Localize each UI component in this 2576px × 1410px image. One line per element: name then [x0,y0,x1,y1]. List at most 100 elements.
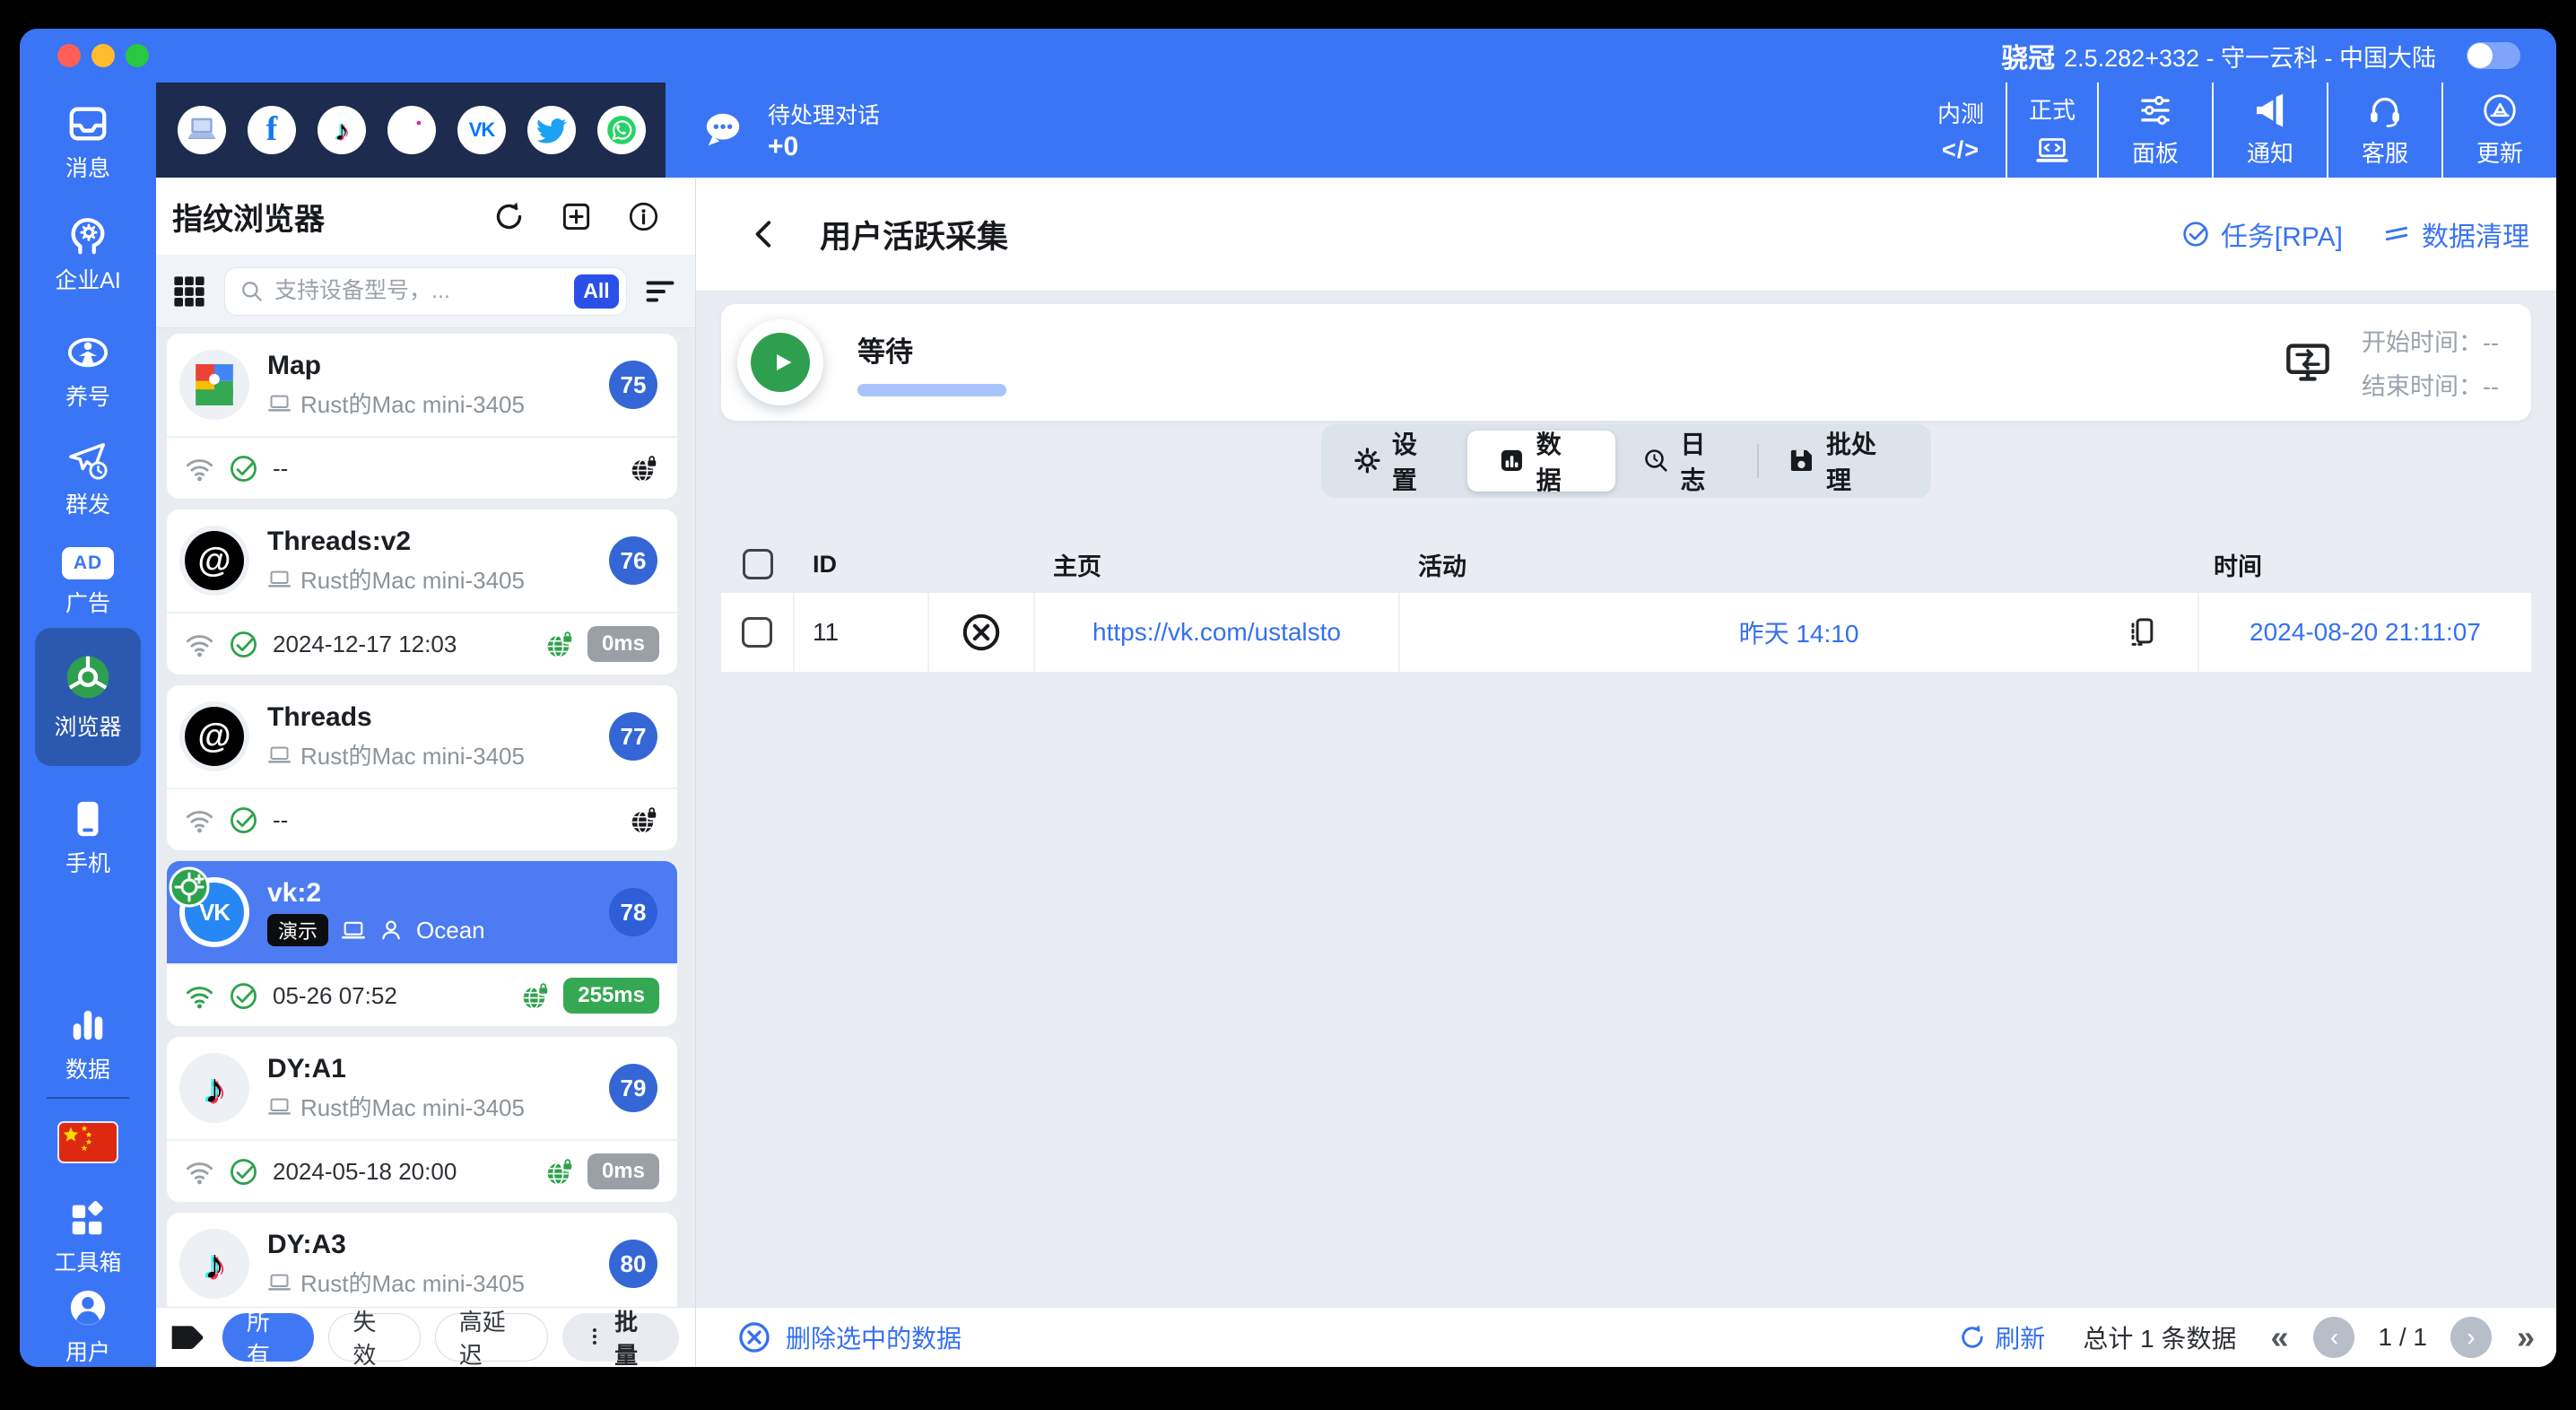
sidebar-item-enterprise-ai[interactable]: 企业AI [20,215,156,295]
latency-badge: 0ms [587,626,659,662]
first-page-button[interactable]: « [2270,1319,2288,1356]
column-header-id: ID [795,535,929,593]
sidebar-item-toolbox[interactable]: 工具箱 [20,1197,156,1277]
profile-card-dy-a1[interactable]: ♪ DY:A1 Rust的Mac mini-3405 79 2024 [167,1037,677,1202]
task-rpa-link[interactable]: 任务[RPA] [2181,214,2343,254]
sidebar-item-user[interactable]: 用户 [20,1287,156,1367]
refresh-button[interactable]: 刷新 [1959,1319,2045,1355]
circle-x-icon[interactable] [961,612,1002,653]
sidebar-item-data[interactable]: 数据 [20,1005,156,1084]
sidebar-item-browser[interactable]: 浏览器 [35,628,141,766]
select-all-checkbox[interactable] [743,549,773,579]
stable-channel-button[interactable]: 正式 [2006,83,2097,178]
laptop-icon [267,1270,292,1294]
profile-card-dy-a3[interactable]: ♪ DY:A3 Rust的Mac mini-3405 80 [167,1213,677,1307]
toolbox-icon [67,1197,109,1239]
add-profile-icon[interactable] [561,201,592,232]
sidebar-item-label: 消息 [65,151,110,183]
latency-badge: 255ms [563,978,659,1014]
sort-icon[interactable] [643,274,677,309]
batch-label: 批量 [614,1304,657,1367]
search-scope-badge[interactable]: All [574,274,619,309]
action-label: 正式 [2029,92,2076,126]
ai-head-gear-icon [67,215,109,257]
profile-card-threads[interactable]: @ Threads Rust的Mac mini-3405 77 -- [167,685,677,850]
update-button[interactable]: 更新 [2441,83,2556,178]
search-icon [239,279,264,303]
proxy-globe-lock-icon[interactable] [521,981,551,1011]
grid-view-icon[interactable] [170,273,208,310]
sidebar-item-region-flag[interactable] [20,1123,156,1162]
profile-card-vk2-selected[interactable]: VK vk:2 演示 Ocean [167,861,677,1026]
activity-time[interactable]: 昨天 14:10 [1739,614,1859,650]
instagram-icon[interactable] [387,106,436,154]
next-page-button[interactable]: › [2450,1317,2492,1358]
support-button[interactable]: 客服 [2327,83,2441,178]
info-icon[interactable] [628,201,659,232]
send-clock-icon [67,440,109,481]
batch-button[interactable]: 批量 [562,1313,679,1362]
sidebar-item-account-nurture[interactable]: 养号 [20,332,156,412]
wifi-icon [185,1157,214,1187]
proxy-globe-lock-icon[interactable] [630,805,659,835]
delete-selected-button[interactable]: 删除选中的数据 [737,1319,962,1355]
tab-data[interactable]: 数据 [1467,431,1615,492]
zoom-window-button[interactable] [126,44,149,67]
facebook-icon[interactable]: f [248,106,296,154]
profile-number-badge: 78 [609,888,657,936]
proxy-globe-lock-icon[interactable] [545,630,575,659]
homepage-link[interactable]: https://vk.com/ustalsto [1092,618,1341,647]
sidebar-item-phone[interactable]: 手机 [20,798,156,878]
google-maps-icon [179,350,249,420]
data-clean-link[interactable]: 数据清理 [2382,214,2529,254]
play-button[interactable] [737,319,823,405]
proxy-globe-lock-icon[interactable] [630,454,659,483]
panel-title: 指纹浏览器 [172,195,325,239]
back-chevron-icon[interactable] [748,218,780,250]
refresh-icon[interactable] [493,201,525,232]
theme-toggle[interactable] [2467,42,2520,69]
laptop-icon [267,567,292,591]
sidebar-item-mass-send[interactable]: 群发 [20,440,156,519]
tab-batch[interactable]: 批处理 [1761,424,1926,498]
filter-high-latency[interactable]: 高延迟 [435,1313,549,1362]
task-progress-bar [857,384,1006,396]
row-checkbox[interactable] [742,617,772,648]
vk-profile-icon: VK [179,877,249,947]
sidebar-item-label: 企业AI [55,263,121,295]
total-count-label: 总计 1 条数据 [2083,1319,2236,1355]
profile-card-threads-v2[interactable]: @ Threads:v2 Rust的Mac mini-3405 76 [167,509,677,675]
profile-owner: Ocean [416,917,485,944]
app-store-icon [2482,92,2518,128]
notifications-button[interactable]: 通知 [2212,83,2327,178]
search-input[interactable] [274,278,563,304]
window-controls [57,44,149,67]
close-window-button[interactable] [57,44,81,67]
last-page-button[interactable]: » [2517,1319,2535,1356]
whatsapp-icon[interactable] [597,106,646,154]
filter-invalid[interactable]: 失效 [328,1313,420,1362]
profile-name: DY:A3 [267,1230,525,1260]
minimize-window-button[interactable] [91,44,115,67]
profile-card-map[interactable]: Map Rust的Mac mini-3405 75 -- [167,334,677,499]
top-action-buttons: 内测 </> 正式 面板 通知 [1916,83,2556,178]
profile-name: DY:A1 [267,1054,525,1084]
device-laptop-icon[interactable] [178,106,226,154]
tab-logs[interactable]: 日志 [1615,424,1756,498]
pending-chat-button[interactable]: 待处理对话 +0 [666,98,880,162]
proxy-globe-lock-icon[interactable] [545,1157,575,1187]
sidebar-item-messages[interactable]: 消息 [20,103,156,183]
twitter-icon[interactable] [527,106,576,154]
sidebar-item-ads[interactable]: AD 广告 [20,547,156,618]
filter-all[interactable]: 所有 [222,1313,314,1362]
vk-icon[interactable]: VK [457,106,506,154]
monitor-transfer-icon[interactable] [2284,339,2331,386]
panel-button[interactable]: 面板 [2097,83,2212,178]
profile-number-badge: 79 [609,1064,657,1112]
prev-page-button[interactable]: ‹ [2313,1317,2354,1358]
tag-icon[interactable] [169,1319,208,1355]
tab-settings[interactable]: 设置 [1327,424,1467,498]
beta-channel-button[interactable]: 内测 </> [1916,83,2006,178]
tiktok-icon[interactable]: ♪ [318,106,366,154]
copy-icon[interactable] [2124,614,2160,650]
